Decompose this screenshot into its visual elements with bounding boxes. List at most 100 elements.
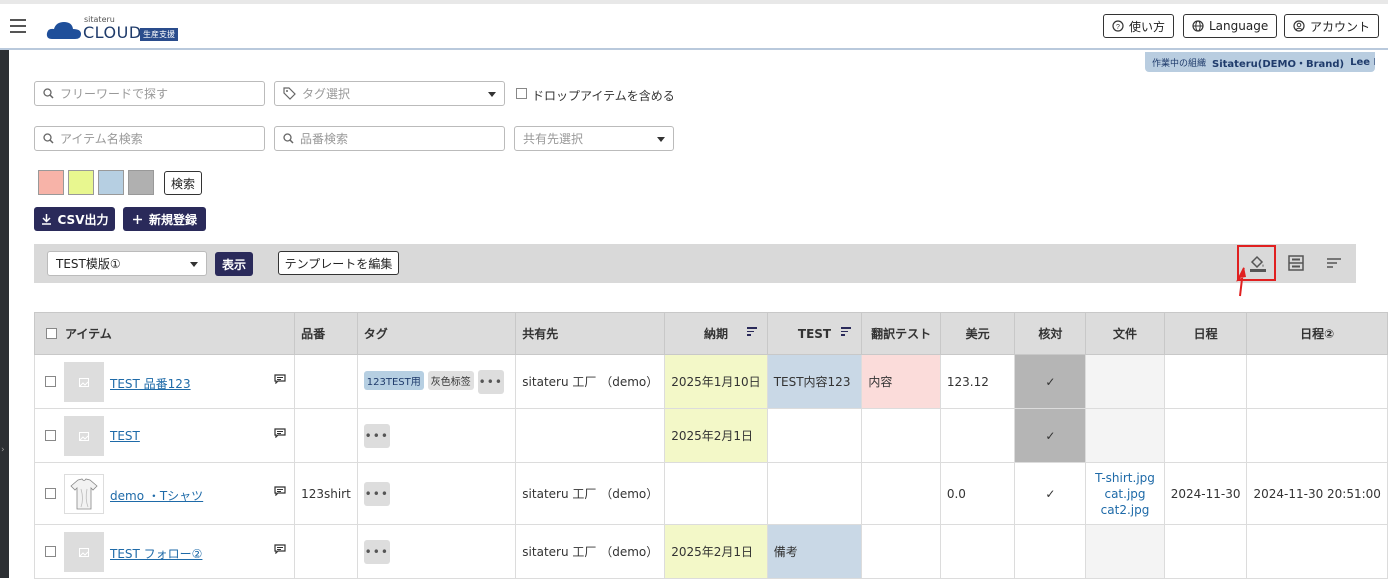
row-checkbox[interactable] bbox=[45, 546, 56, 557]
tshirt-image bbox=[70, 478, 98, 510]
col-label: 品番 bbox=[301, 327, 326, 341]
table-row[interactable]: demo ・Tシャツ 123shirt ••• sitateru 工厂 （dem… bbox=[33, 462, 1388, 525]
col-label: タグ bbox=[363, 327, 388, 341]
show-button[interactable]: 表示 bbox=[215, 252, 253, 276]
table-row[interactable]: TEST ••• 2025年2月1日 ✓ bbox=[33, 408, 1388, 463]
check-cell: ✓ bbox=[1014, 354, 1087, 409]
file-link[interactable]: T-shirt.jpg bbox=[1092, 470, 1157, 486]
usd-cell: 123.12 bbox=[939, 354, 1016, 409]
file-link[interactable]: cat.jpg bbox=[1092, 486, 1157, 502]
download-icon bbox=[41, 214, 51, 225]
col-header-nouki[interactable]: 納期 bbox=[664, 312, 768, 355]
col-header-date[interactable]: 日程 bbox=[1163, 312, 1248, 355]
help-button[interactable]: ? 使い方 bbox=[1103, 14, 1175, 38]
comment-icon[interactable] bbox=[274, 486, 286, 496]
edit-template-button[interactable]: テンプレートを編集 bbox=[278, 251, 399, 275]
more-options-icon[interactable]: ••• bbox=[477, 369, 504, 394]
more-options-icon[interactable]: ••• bbox=[363, 423, 390, 448]
freeword-search-input[interactable]: フリーワードで探す bbox=[34, 81, 265, 106]
sort-icon[interactable] bbox=[1322, 251, 1346, 275]
nouki-cell bbox=[664, 462, 768, 525]
new-register-button[interactable]: 新規登録 bbox=[123, 207, 206, 231]
left-sidebar-collapsed[interactable]: › bbox=[0, 50, 9, 578]
translate-cell: 内容 bbox=[861, 354, 941, 409]
date2-cell bbox=[1246, 408, 1388, 463]
logo[interactable]: sitateru CLOUD 生産支援 bbox=[46, 14, 186, 44]
col-header-files[interactable]: 文件 bbox=[1085, 312, 1165, 355]
language-button[interactable]: Language bbox=[1183, 14, 1278, 38]
row-checkbox[interactable] bbox=[45, 488, 56, 499]
table-row[interactable]: TEST 品番123 123TEST用 灰色标签 ••• sitateru 工厂 （… bbox=[33, 354, 1388, 409]
sort-icon[interactable] bbox=[746, 327, 757, 336]
layout-icon[interactable] bbox=[1284, 251, 1308, 275]
template-select[interactable]: TEST模版① bbox=[47, 251, 207, 276]
color-swatch-blue[interactable] bbox=[98, 170, 124, 195]
col-header-share[interactable]: 共有先 bbox=[515, 312, 666, 355]
color-swatch-red[interactable] bbox=[38, 170, 64, 195]
share-select[interactable]: 共有先選択 bbox=[514, 126, 674, 151]
image-placeholder-icon bbox=[79, 377, 89, 387]
translate-cell bbox=[861, 408, 941, 463]
more-options-icon[interactable]: ••• bbox=[363, 539, 390, 564]
share-cell: sitateru 工厂 （demo） bbox=[515, 354, 666, 409]
file-link[interactable]: cat2.jpg bbox=[1092, 502, 1157, 518]
select-all-checkbox[interactable] bbox=[46, 328, 57, 339]
item-thumbnail[interactable] bbox=[64, 474, 104, 514]
col-header-test[interactable]: TEST bbox=[766, 312, 863, 355]
chevron-right-icon[interactable]: › bbox=[1, 445, 5, 455]
date-cell bbox=[1163, 524, 1248, 579]
item-link[interactable]: TEST bbox=[110, 429, 140, 443]
share-cell bbox=[515, 408, 666, 463]
comment-icon[interactable] bbox=[274, 428, 286, 438]
col-header-translate[interactable]: 翻訳テスト bbox=[861, 312, 941, 355]
org-user: Lee B… bbox=[1350, 56, 1375, 68]
table-row[interactable]: TEST フォロー② ••• sitateru 工厂 （demo） 2025年2… bbox=[33, 524, 1388, 579]
row-checkbox[interactable] bbox=[45, 376, 56, 387]
comment-icon[interactable] bbox=[274, 544, 286, 554]
tag-cell: ••• bbox=[356, 524, 517, 579]
check-cell: ✓ bbox=[1014, 462, 1087, 525]
files-cell bbox=[1085, 524, 1165, 579]
color-swatch-gray[interactable] bbox=[128, 170, 154, 195]
share-cell: sitateru 工厂 （demo） bbox=[515, 462, 666, 525]
account-button[interactable]: アカウント bbox=[1284, 14, 1380, 38]
more-options-icon[interactable]: ••• bbox=[363, 481, 390, 506]
part-no-cell bbox=[294, 354, 358, 409]
item-name-search-input[interactable]: アイテム名検索 bbox=[34, 126, 265, 151]
files-cell bbox=[1085, 354, 1165, 409]
col-header-item[interactable]: アイテム bbox=[33, 312, 296, 355]
item-cell: TEST bbox=[33, 408, 296, 463]
csv-export-button[interactable]: CSV出力 bbox=[34, 207, 115, 231]
share-placeholder: 共有先選択 bbox=[523, 132, 584, 146]
usd-cell bbox=[939, 524, 1016, 579]
item-thumbnail[interactable] bbox=[64, 416, 104, 456]
col-header-date2[interactable]: 日程② bbox=[1246, 312, 1388, 355]
item-thumbnail[interactable] bbox=[64, 532, 104, 572]
tag-select[interactable]: タグ選択 bbox=[274, 81, 505, 106]
item-link[interactable]: TEST 品番123 bbox=[110, 375, 191, 392]
col-header-check[interactable]: 核対 bbox=[1014, 312, 1087, 355]
item-link[interactable]: TEST フォロー② bbox=[110, 545, 202, 562]
comment-icon[interactable] bbox=[274, 374, 286, 384]
include-drop-label: ドロップアイテムを含める bbox=[532, 89, 675, 103]
color-swatch-yellow[interactable] bbox=[68, 170, 94, 195]
item-thumbnail[interactable] bbox=[64, 362, 104, 402]
col-header-part-no[interactable]: 品番 bbox=[294, 312, 358, 355]
part-no-search-input[interactable]: 品番検索 bbox=[274, 126, 505, 151]
tag-pill[interactable]: 123TEST用 bbox=[363, 371, 424, 390]
item-link[interactable]: demo ・Tシャツ bbox=[110, 487, 203, 504]
menu-icon[interactable] bbox=[10, 19, 26, 33]
tag-pill[interactable]: 灰色标签 bbox=[427, 371, 474, 390]
check-cell bbox=[1014, 524, 1087, 579]
highlight-arrow-icon bbox=[1236, 267, 1246, 297]
col-header-usd[interactable]: 美元 bbox=[939, 312, 1016, 355]
help-label: 使い方 bbox=[1129, 19, 1166, 34]
include-drop-checkbox[interactable] bbox=[516, 88, 527, 99]
col-header-tag[interactable]: タグ bbox=[356, 312, 517, 355]
item-cell: TEST 品番123 bbox=[33, 354, 296, 409]
sort-icon[interactable] bbox=[841, 327, 852, 336]
search-button[interactable]: 検索 bbox=[164, 171, 202, 195]
col-label: 日程 bbox=[1193, 327, 1218, 341]
row-checkbox[interactable] bbox=[45, 430, 56, 441]
col-label: 美元 bbox=[965, 327, 990, 341]
